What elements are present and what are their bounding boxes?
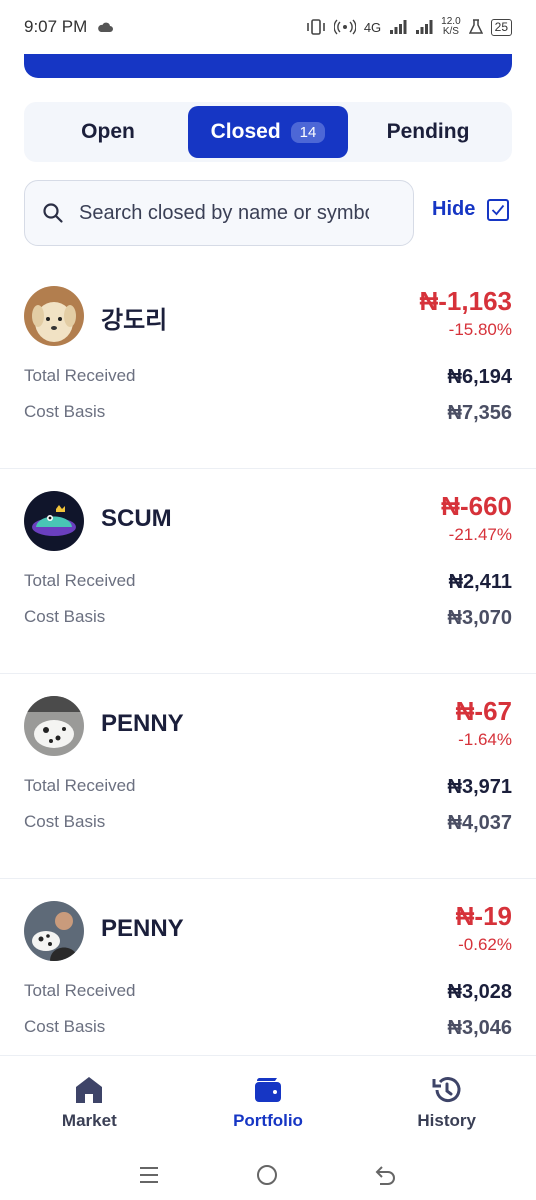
position-pnl: ₦-19 — [455, 901, 512, 931]
home-icon — [76, 1077, 103, 1103]
positions-list: 강도리 ₦-1,163 -15.80% Total Received ₦6,19… — [0, 264, 536, 1054]
hide-checkbox[interactable] — [487, 198, 510, 221]
cost-basis-value: ₦3,046 — [447, 1017, 513, 1039]
total-received-label: Total Received — [24, 981, 136, 1000]
list-item[interactable]: PENNY ₦-67 -1.64% Total Received ₦3,971 … — [0, 674, 536, 879]
network-speed: 12.0 K/S — [441, 16, 461, 37]
total-received-label: Total Received — [24, 571, 136, 590]
total-received-label: Total Received — [24, 776, 136, 795]
status-icons: 4G 12.0 K/S 25 — [306, 17, 512, 37]
top-banner[interactable] — [24, 54, 512, 78]
cost-basis-label: Cost Basis — [24, 607, 106, 626]
position-pnl-percent: -15.80% — [448, 320, 512, 339]
search-icon — [43, 203, 63, 223]
tab-pending[interactable]: Pending — [348, 106, 508, 158]
status-time: 9:07 PM — [24, 17, 88, 36]
recent-apps-icon[interactable] — [138, 1165, 160, 1185]
total-received-value: ₦2,411 — [448, 571, 512, 593]
home-button-icon[interactable] — [255, 1163, 279, 1187]
total-received-label: Total Received — [24, 366, 136, 385]
tab-pending-label: Pending — [386, 120, 470, 143]
position-pnl-percent: -21.47% — [448, 525, 512, 544]
dalmatian-avatar — [24, 696, 84, 756]
list-item[interactable]: PENNY ₦-19 -0.62% Total Received ₦3,028 … — [0, 879, 536, 1054]
cost-basis-value: ₦7,356 — [447, 402, 513, 424]
monster-avatar — [24, 491, 84, 551]
wallet-icon — [255, 1078, 281, 1102]
search-input[interactable] — [79, 193, 369, 233]
signal-icon — [390, 20, 407, 34]
bottom-nav: Market Portfolio History — [0, 1055, 536, 1150]
tab-bar: Open Closed 14 Pending — [24, 102, 512, 162]
tab-closed-label: Closed — [210, 120, 281, 143]
position-pnl-percent: -0.62% — [458, 935, 512, 954]
closed-count-badge: 14 — [290, 121, 326, 143]
status-bar: 9:07 PM 4G 12.0 K/S 25 — [0, 0, 536, 54]
cost-basis-value: ₦4,037 — [447, 812, 513, 834]
cost-basis-label: Cost Basis — [24, 402, 106, 421]
system-nav-bar — [0, 1150, 536, 1200]
tab-open-label: Open — [81, 120, 135, 143]
position-name: 강도리 — [101, 307, 168, 334]
nav-market[interactable]: Market — [0, 1056, 179, 1150]
battery-icon: 25 — [490, 18, 512, 36]
cost-basis-label: Cost Basis — [24, 1017, 106, 1036]
network-type: 4G — [363, 19, 382, 35]
vibrate-icon — [307, 19, 325, 35]
position-pnl: ₦-1,163 — [419, 286, 513, 316]
position-name: PENNY — [101, 915, 184, 942]
nav-market-label: Market — [61, 1111, 117, 1130]
position-pnl-percent: -1.64% — [458, 730, 512, 749]
puppy-avatar — [24, 286, 84, 346]
cloud-icon — [98, 22, 114, 32]
tab-open[interactable]: Open — [28, 106, 188, 158]
total-received-value: ₦3,028 — [447, 981, 513, 1003]
hotspot-icon — [333, 19, 356, 35]
checkmark-icon — [492, 204, 505, 215]
nav-history[interactable]: History — [357, 1056, 536, 1150]
position-name: PENNY — [101, 710, 184, 737]
position-pnl: ₦-660 — [441, 491, 512, 521]
nav-portfolio[interactable]: Portfolio — [179, 1056, 358, 1150]
history-icon — [432, 1077, 461, 1103]
total-received-value: ₦3,971 — [447, 776, 513, 798]
list-item[interactable]: 강도리 ₦-1,163 -15.80% Total Received ₦6,19… — [0, 264, 536, 469]
tab-closed[interactable]: Closed 14 — [188, 106, 348, 158]
signal-icon-2 — [416, 20, 433, 34]
flask-icon — [468, 19, 483, 34]
nav-history-label: History — [417, 1111, 476, 1130]
nav-portfolio-label: Portfolio — [233, 1111, 303, 1130]
dalmatian-person-avatar — [24, 901, 84, 961]
position-name: SCUM — [101, 505, 172, 532]
hide-toggle[interactable]: Hide — [432, 198, 510, 221]
cost-basis-value: ₦3,070 — [447, 607, 513, 629]
cost-basis-label: Cost Basis — [24, 812, 106, 831]
total-received-value: ₦6,194 — [447, 366, 513, 388]
position-pnl: ₦-67 — [455, 696, 512, 726]
search-box[interactable] — [24, 180, 414, 246]
list-item[interactable]: SCUM ₦-660 -21.47% Total Received ₦2,411… — [0, 469, 536, 674]
back-icon[interactable] — [374, 1164, 398, 1186]
hide-label: Hide — [432, 198, 476, 220]
